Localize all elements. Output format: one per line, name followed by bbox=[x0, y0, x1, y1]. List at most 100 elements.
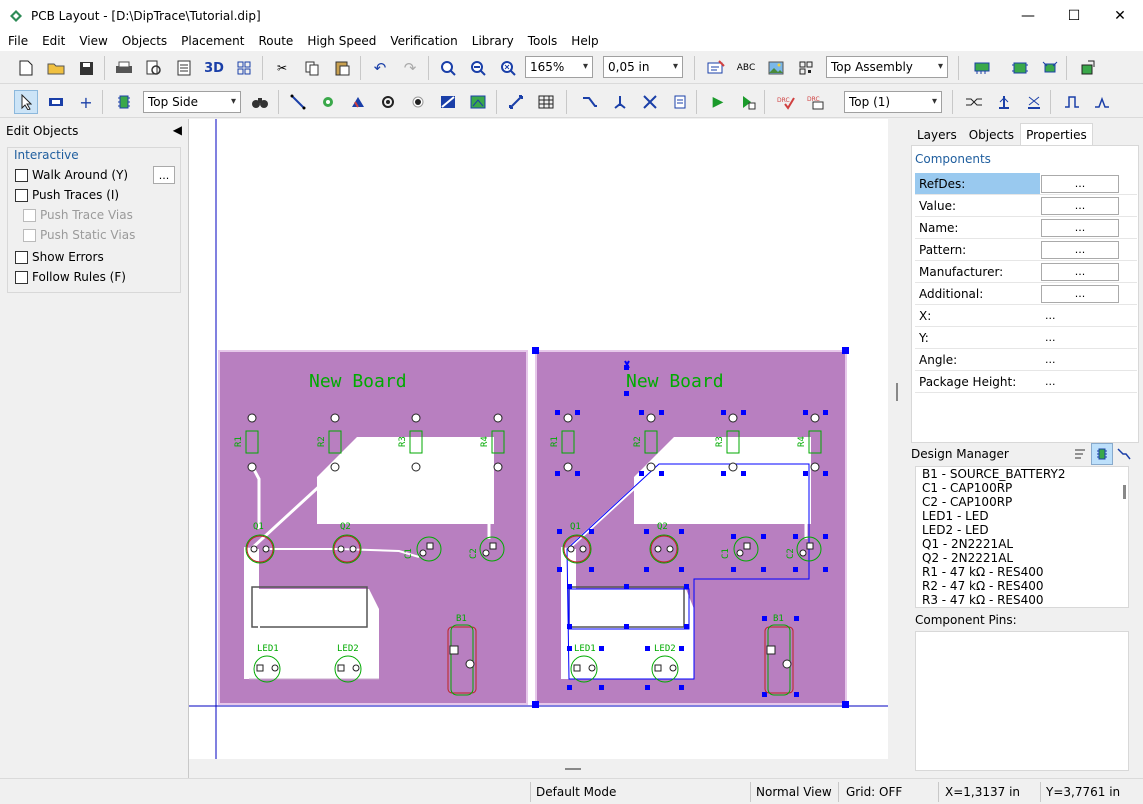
component-pins-list[interactable] bbox=[915, 631, 1129, 771]
checkbox-box[interactable] bbox=[15, 270, 28, 284]
property-row[interactable]: RefDes:... bbox=[915, 173, 1137, 195]
diff-pair-icon[interactable] bbox=[962, 90, 986, 114]
signal-rise-icon[interactable] bbox=[1060, 90, 1084, 114]
place-via-icon[interactable] bbox=[316, 90, 340, 114]
menu-high-speed[interactable]: High Speed bbox=[299, 34, 382, 48]
property-edit-button[interactable]: ... bbox=[1041, 218, 1119, 237]
copy-icon[interactable] bbox=[300, 56, 324, 80]
assembly-combo[interactable]: Top Assembly ▾ bbox=[826, 56, 948, 78]
pcb-canvas[interactable]: New Board R1 R2 R3 R4 Q1 Q2 C1 C2 LED1 L… bbox=[189, 119, 888, 759]
list-item[interactable]: Q2 - 2N2221AL bbox=[919, 551, 1128, 565]
length-match-icon[interactable] bbox=[1022, 90, 1046, 114]
property-row[interactable]: Manufacturer:... bbox=[915, 261, 1137, 283]
menu-objects[interactable]: Objects bbox=[114, 34, 173, 48]
checkbox-box[interactable] bbox=[15, 168, 28, 182]
push-traces-checkbox[interactable]: Push Traces (I) bbox=[15, 188, 119, 202]
new-file-icon[interactable] bbox=[14, 56, 38, 80]
route-trace-icon[interactable] bbox=[286, 90, 310, 114]
checkbox-box[interactable] bbox=[23, 208, 36, 222]
property-row[interactable]: Pattern:... bbox=[915, 239, 1137, 261]
tab-objects[interactable]: Objects bbox=[963, 123, 1020, 147]
save-icon[interactable] bbox=[74, 56, 98, 80]
open-folder-icon[interactable] bbox=[44, 56, 68, 80]
property-edit-button[interactable]: ... bbox=[1041, 262, 1119, 281]
list-item[interactable]: C1 - CAP100RP bbox=[919, 481, 1128, 495]
nets-view-icon[interactable] bbox=[1113, 443, 1135, 465]
property-edit-button[interactable]: ... bbox=[1041, 240, 1119, 259]
paste-icon[interactable] bbox=[330, 56, 354, 80]
zoom-fit-icon[interactable] bbox=[496, 56, 520, 80]
redo-icon[interactable]: ↷ bbox=[398, 56, 422, 80]
drc-check-icon[interactable]: DRC bbox=[774, 90, 798, 114]
board-outline-icon[interactable] bbox=[466, 90, 490, 114]
spell-check-icon[interactable]: ABC bbox=[734, 56, 758, 80]
schematic-link-icon[interactable] bbox=[1008, 56, 1032, 80]
list-scrollbar[interactable] bbox=[1123, 485, 1126, 499]
pcb-drawing[interactable]: New Board R1 R2 R3 R4 Q1 Q2 C1 C2 LED1 L… bbox=[189, 119, 888, 759]
close-icon[interactable]: ✕ bbox=[1097, 0, 1143, 31]
property-row[interactable]: Package Height:... bbox=[915, 371, 1137, 393]
property-row[interactable]: Angle:... bbox=[915, 349, 1137, 371]
print-preview-icon[interactable] bbox=[142, 56, 166, 80]
menu-tools[interactable]: Tools bbox=[520, 34, 564, 48]
route-setup-icon[interactable] bbox=[668, 90, 692, 114]
splitter-grip-icon[interactable] bbox=[896, 383, 898, 401]
drc-settings-icon[interactable]: DRC bbox=[804, 90, 828, 114]
property-row[interactable]: Name:... bbox=[915, 217, 1137, 239]
run-router-settings-icon[interactable] bbox=[736, 90, 760, 114]
property-row[interactable]: Value:... bbox=[915, 195, 1137, 217]
push-trace-vias-checkbox[interactable]: Push Trace Vias bbox=[23, 208, 133, 222]
property-row[interactable]: Y:... bbox=[915, 327, 1137, 349]
menu-file[interactable]: File bbox=[0, 34, 34, 48]
board-left[interactable]: New Board R1 R2 R3 R4 Q1 Q2 C1 C2 LED1 L… bbox=[218, 350, 528, 705]
view-3d-button[interactable]: 3D bbox=[202, 56, 226, 80]
component-verify-icon[interactable] bbox=[970, 56, 994, 80]
checkbox-box[interactable] bbox=[15, 188, 28, 202]
export-icon[interactable] bbox=[1076, 56, 1100, 80]
menu-route[interactable]: Route bbox=[250, 34, 299, 48]
property-edit-button[interactable]: ... bbox=[1041, 196, 1119, 215]
image-icon[interactable] bbox=[764, 56, 788, 80]
list-item[interactable]: Q1 - 2N2221AL bbox=[919, 537, 1128, 551]
list-item[interactable]: C2 - CAP100RP bbox=[919, 495, 1128, 509]
property-row[interactable]: X:... bbox=[915, 305, 1137, 327]
menu-view[interactable]: View bbox=[71, 34, 113, 48]
property-edit-button[interactable]: ... bbox=[1041, 284, 1119, 303]
cut-icon[interactable]: ✂ bbox=[270, 56, 294, 80]
zoom-out-icon[interactable] bbox=[466, 56, 490, 80]
list-item[interactable]: LED2 - LED bbox=[919, 523, 1128, 537]
place-pad-icon[interactable] bbox=[376, 90, 400, 114]
scroll-grip-icon[interactable] bbox=[565, 768, 581, 770]
property-row[interactable]: Additional:... bbox=[915, 283, 1137, 305]
dimension-icon[interactable] bbox=[504, 90, 528, 114]
select-pointer-icon[interactable] bbox=[14, 90, 38, 114]
place-component-icon[interactable] bbox=[112, 90, 136, 114]
copper-pour-icon[interactable] bbox=[346, 90, 370, 114]
side-combo[interactable]: Top Side ▾ bbox=[143, 91, 241, 113]
sort-list-icon[interactable] bbox=[1069, 443, 1091, 465]
walk-around-settings-button[interactable]: ... bbox=[153, 166, 175, 184]
maximize-icon[interactable]: ☐ bbox=[1051, 0, 1097, 31]
tab-layers[interactable]: Layers bbox=[911, 123, 963, 147]
components-view-icon[interactable] bbox=[1091, 443, 1113, 465]
design-manager-list[interactable]: B1 - SOURCE_BATTERY2 C1 - CAP100RP C2 - CA… bbox=[915, 466, 1129, 608]
place-hole-icon[interactable] bbox=[406, 90, 430, 114]
checkbox-box[interactable] bbox=[23, 228, 36, 242]
menu-verification[interactable]: Verification bbox=[382, 34, 463, 48]
panelize-icon[interactable] bbox=[232, 56, 256, 80]
list-item[interactable]: R2 - 47 kΩ - RES400 bbox=[919, 579, 1128, 593]
panel-splitter[interactable] bbox=[888, 119, 906, 778]
checkbox-box[interactable] bbox=[15, 250, 28, 264]
menu-edit[interactable]: Edit bbox=[34, 34, 71, 48]
menu-library[interactable]: Library bbox=[464, 34, 520, 48]
report-icon[interactable] bbox=[172, 56, 196, 80]
canvas-scroll-area[interactable] bbox=[189, 759, 888, 778]
layer-combo[interactable]: Top (1) ▾ bbox=[844, 91, 942, 113]
origin-icon[interactable]: + bbox=[74, 90, 98, 114]
net-update-icon[interactable] bbox=[1038, 56, 1062, 80]
net-length-icon[interactable] bbox=[992, 90, 1016, 114]
auto-route-icon[interactable] bbox=[578, 90, 602, 114]
menu-help[interactable]: Help bbox=[563, 34, 604, 48]
push-static-vias-checkbox[interactable]: Push Static Vias bbox=[23, 228, 135, 242]
undo-icon[interactable]: ↶ bbox=[368, 56, 392, 80]
